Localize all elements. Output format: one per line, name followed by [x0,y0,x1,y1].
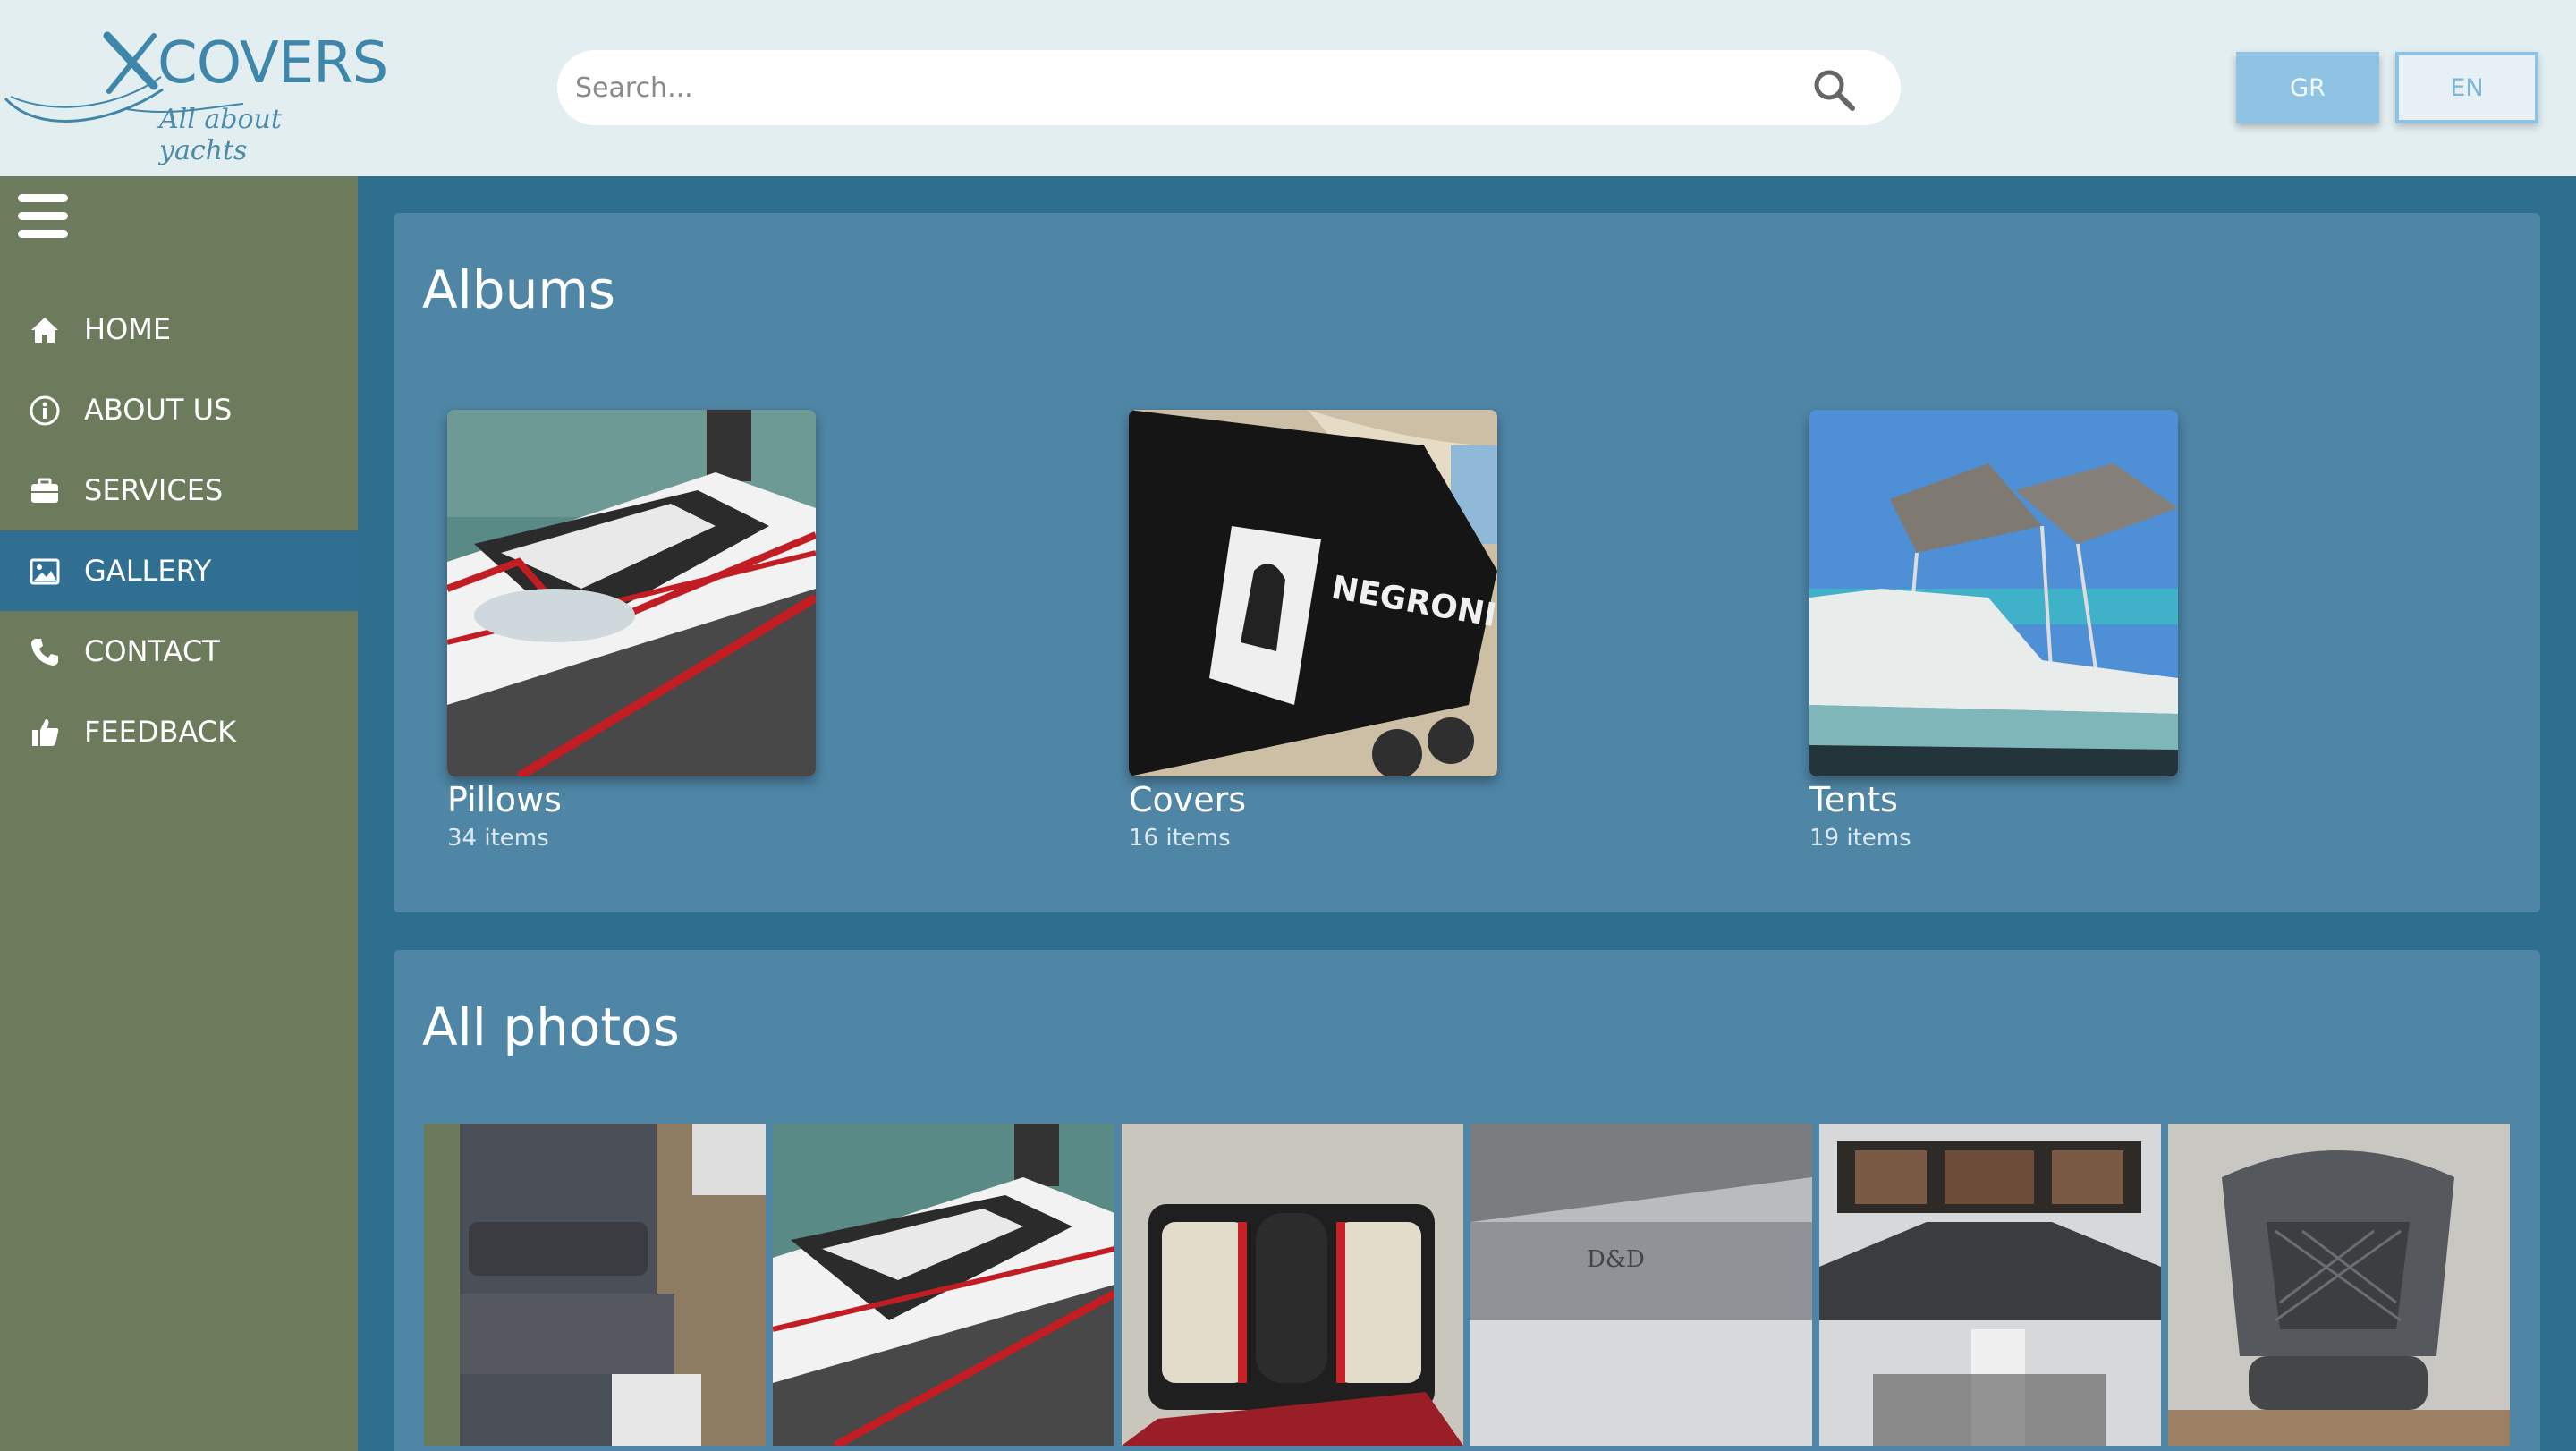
captain-seat-image [2168,1124,2510,1446]
language-en-button[interactable]: EN [2395,52,2538,123]
album-card-pillows[interactable]: Pillows 34 items [447,410,816,852]
sidebar-item-home[interactable]: HOME [0,289,358,369]
album-item-count: 34 items [447,825,549,852]
boat-pillows-image [773,1124,1114,1446]
album-item-count: 16 items [1129,825,1231,852]
boat-bench-cover-image: D&D [1470,1124,1812,1446]
logo[interactable]: COVERS All about yachts [2,27,388,166]
photo-thumbnail[interactable] [773,1124,1114,1446]
sidebar-item-about-us[interactable]: ABOUT US [0,369,358,450]
boat-pillows-image [447,410,816,776]
search-input[interactable] [575,63,1792,113]
sidebar-item-label: CONTACT [84,634,220,668]
home-icon [31,318,58,343]
search-icon[interactable] [1810,66,1859,115]
sidebar-item-services[interactable]: SERVICES [0,450,358,530]
boat-interior-image [424,1124,766,1446]
album-thumbnail[interactable]: NEGRONI [1129,410,1497,776]
boat-seat-cushions-image [1122,1124,1463,1446]
sidebar-item-label: SERVICES [84,473,224,507]
albums-title: Albums [422,259,616,320]
all-photos-title: All photos [422,997,680,1057]
boat-cover-image: NEGRONI [1129,410,1497,776]
sidebar-item-label: GALLERY [84,554,212,588]
boat-deck-cushions-image [1819,1124,2161,1446]
album-name: Pillows [447,780,562,819]
album-thumbnail[interactable] [1809,410,2178,776]
sidebar-item-gallery[interactable]: GALLERY [0,530,358,611]
photo-thumbnail[interactable] [1122,1124,1463,1446]
phone-icon [31,639,58,666]
info-icon [30,395,60,426]
album-item-count: 19 items [1809,825,1911,852]
albums-panel: Albums Pillows 34 items NEGRONI Covers 1… [394,213,2540,912]
sidebar-item-label: FEEDBACK [84,715,237,749]
briefcase-icon [31,478,58,503]
boat-tent-image [1809,410,2178,776]
sidebar-item-label: ABOUT US [84,393,233,427]
svg-text:D&D: D&D [1587,1246,1645,1273]
sidebar-item-label: HOME [84,312,172,346]
header: COVERS All about yachts GR EN [0,0,2576,176]
photo-thumbnail[interactable] [424,1124,766,1446]
thumbs-up-icon [32,719,59,746]
all-photos-panel: All photos D&D [394,950,2540,1451]
album-name: Covers [1129,780,1247,819]
album-thumbnail[interactable] [447,410,816,776]
sidebar-item-contact[interactable]: CONTACT [0,611,358,692]
logo-text: COVERS [157,30,388,97]
album-card-covers[interactable]: NEGRONI Covers 16 items [1129,410,1497,852]
language-gr-button[interactable]: GR [2236,52,2379,123]
sidebar-item-feedback[interactable]: FEEDBACK [0,692,358,772]
photo-thumbnail[interactable] [1819,1124,2161,1446]
image-icon [30,558,60,585]
album-name: Tents [1809,780,1898,819]
album-card-tents[interactable]: Tents 19 items [1809,410,2178,852]
photo-thumbnail[interactable]: D&D [1470,1124,1812,1446]
logo-tagline: All about yachts [159,104,282,166]
sidebar: HOME ABOUT US SERVICES GALLERY CONTACT F… [0,176,358,1451]
search-bar [557,50,1901,125]
hamburger-menu-icon[interactable] [18,192,68,239]
photo-thumbnail[interactable] [2168,1124,2510,1446]
